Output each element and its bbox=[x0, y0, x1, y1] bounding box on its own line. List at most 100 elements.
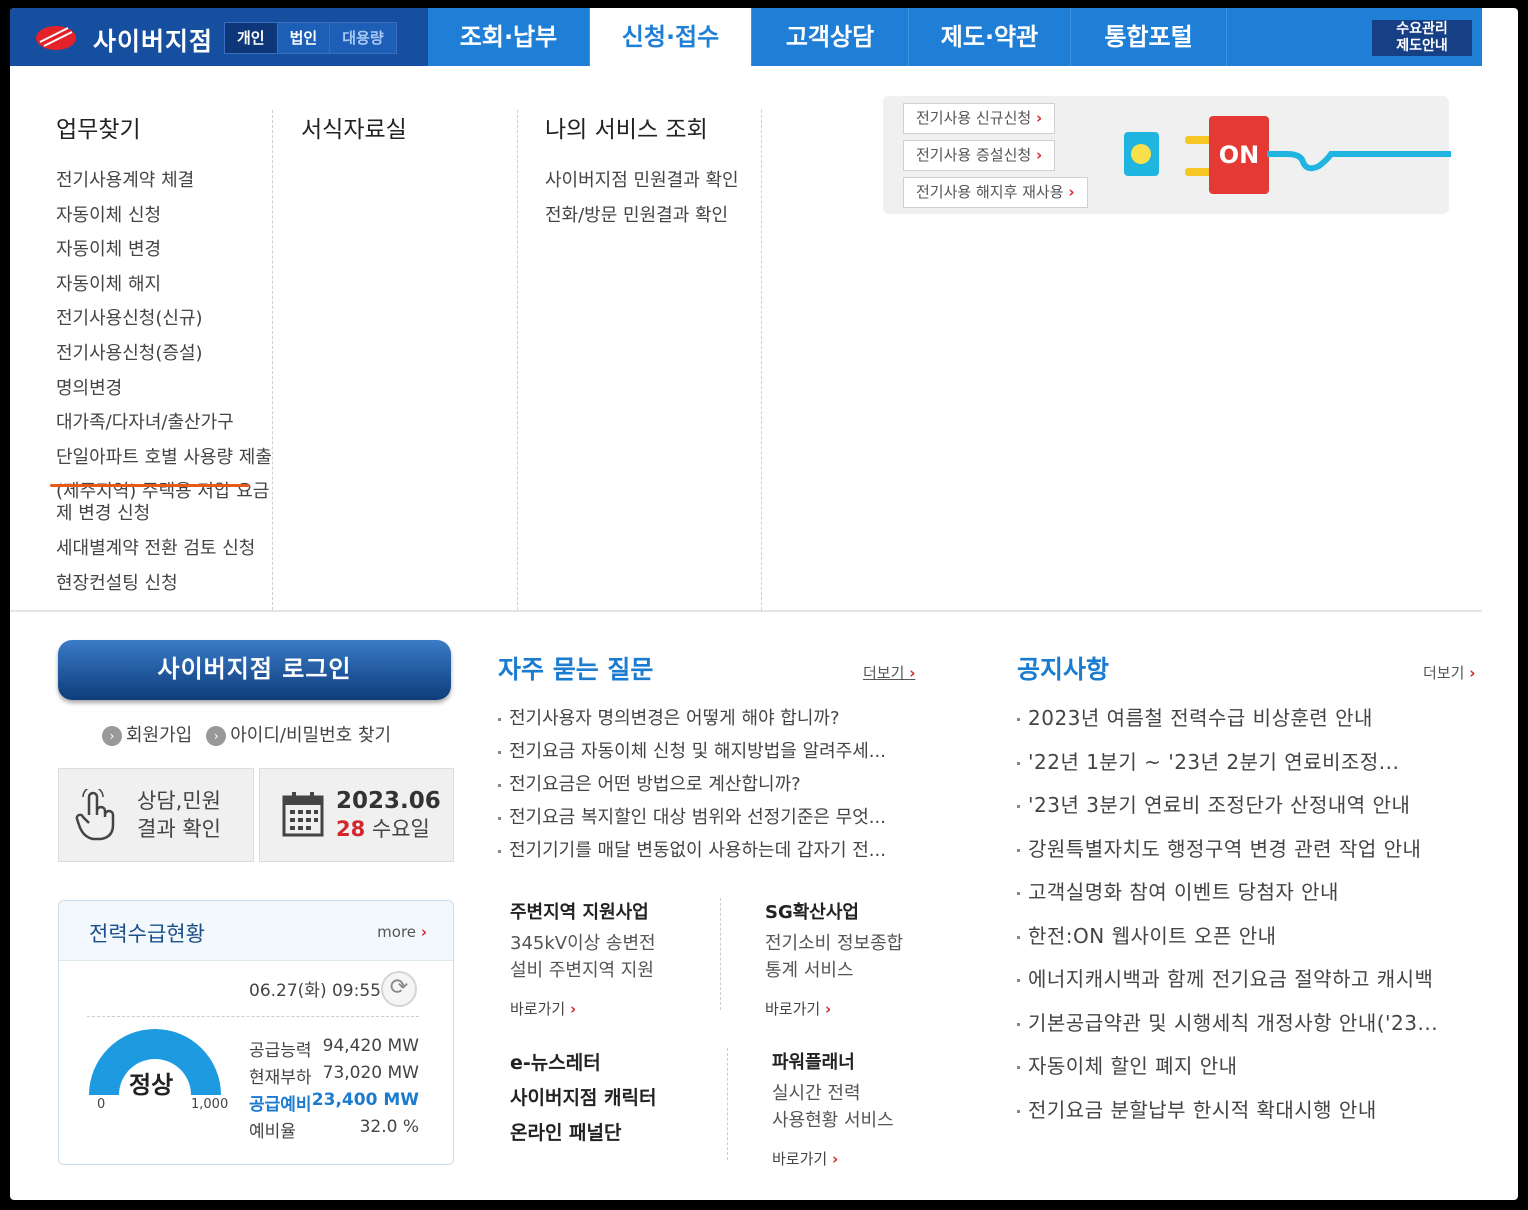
tab-policy[interactable]: 제도·약관 bbox=[909, 8, 1071, 66]
faq-item-label: 전기사용자 명의변경은 어떻게 해야 합니까? bbox=[509, 708, 840, 729]
power-title: 전력수급현황 bbox=[89, 922, 205, 946]
refresh-icon[interactable]: ⟳ bbox=[381, 971, 417, 1007]
row-label: 공급예비 bbox=[249, 1095, 312, 1115]
faq-item[interactable]: 전기기기를 매달 변동없이 사용하는데 갑자기 전... bbox=[498, 836, 886, 869]
faq-item[interactable]: 전기요금 복지할인 대상 범위와 선정기준은 무엇... bbox=[498, 803, 886, 836]
service-title[interactable]: 주변지역 지원사업 bbox=[510, 898, 656, 924]
notice-item-label: 2023년 여름철 전력수급 비상훈련 안내 bbox=[1028, 706, 1373, 730]
brand-bar: 사이버지점 개인 법인 대용량 bbox=[10, 8, 428, 66]
bullet bbox=[1017, 805, 1020, 808]
demand-management-button[interactable]: 수요관리 제도안내 bbox=[1372, 20, 1472, 56]
seg-personal[interactable]: 개인 bbox=[225, 23, 278, 53]
kepco-logo-icon[interactable] bbox=[34, 24, 78, 52]
menu-item[interactable]: 자동이체 변경 bbox=[56, 239, 276, 261]
notice-item[interactable]: 강원특별자치도 행정구역 변경 관련 작업 안내 bbox=[1017, 833, 1438, 877]
bullet bbox=[1017, 979, 1020, 982]
newsletter-link[interactable]: e-뉴스레터 bbox=[510, 1048, 601, 1075]
notice-item[interactable]: 기본공급약관 및 시행세칙 개정사항 안내('23... bbox=[1017, 1007, 1438, 1051]
top-nav: 사이버지점 개인 법인 대용량 조회·납부 신청·접수 고객상담 제도·약관 통… bbox=[10, 8, 1482, 66]
notice-item[interactable]: 자동이체 할인 폐지 안내 bbox=[1017, 1050, 1438, 1094]
shortcut-link[interactable]: 바로가기 › bbox=[765, 998, 903, 1019]
menu-item[interactable]: 전기사용신청(신규) bbox=[56, 308, 276, 330]
menu-item[interactable]: 전화/방문 민원결과 확인 bbox=[545, 205, 739, 227]
character-link[interactable]: 사이버지점 캐릭터 bbox=[510, 1083, 656, 1110]
shortcut-label: 바로가기 bbox=[772, 1150, 828, 1168]
calendar-box: 2023.06 28 수요일 bbox=[259, 768, 454, 862]
service-title[interactable]: SG확산사업 bbox=[765, 898, 903, 924]
chevron-right-icon: › bbox=[1035, 146, 1043, 164]
calendar-year-month: 2023.06 bbox=[336, 788, 441, 814]
bullet bbox=[1017, 935, 1020, 939]
calendar-day: 28 수요일 bbox=[336, 815, 441, 843]
supply-capacity-row: 공급능력 94,420 MW bbox=[249, 1036, 419, 1061]
reuse-application-button[interactable]: 전기사용 해지후 재사용 › bbox=[903, 177, 1088, 208]
tab-consultation[interactable]: 고객상담 bbox=[752, 8, 909, 66]
faq-more-link[interactable]: 더보기 › bbox=[863, 662, 915, 683]
bullet bbox=[1017, 1022, 1020, 1026]
join-link[interactable]: › 회원가입 bbox=[102, 721, 192, 747]
mega-menu: 업무찾기 전기사용계약 체결 자동이체 신청 자동이체 변경 자동이체 해지 전… bbox=[10, 66, 1482, 612]
new-application-button[interactable]: 전기사용 신규신청 › bbox=[903, 103, 1056, 134]
chevron-right-icon: › bbox=[569, 1000, 577, 1018]
faq-item[interactable]: 전기요금 자동이체 신청 및 해지방법을 알려주세... bbox=[498, 737, 886, 770]
calendar-icon bbox=[282, 792, 324, 837]
menu-item-jeju[interactable]: (제주지역) 주택용 저압 요금 제 변경 신청 bbox=[56, 481, 276, 525]
notice-more-link[interactable]: 더보기 › bbox=[1423, 662, 1475, 683]
bullet bbox=[498, 783, 501, 787]
menu-item[interactable]: 단일아파트 호별 사용량 제출 bbox=[56, 447, 276, 469]
row-value: 73,020 MW bbox=[322, 1063, 419, 1083]
menu-item[interactable]: 자동이체 신청 bbox=[56, 205, 276, 227]
brand-title[interactable]: 사이버지점 bbox=[93, 22, 213, 58]
shortcut-link[interactable]: 바로가기 › bbox=[772, 1148, 894, 1169]
row-value: 32.0 % bbox=[359, 1117, 419, 1137]
notice-item-label: 에너지캐시백과 함께 전기요금 절약하고 캐시백 bbox=[1028, 967, 1434, 991]
notice-item[interactable]: '22년 1분기 ~ '23년 2분기 연료비조정... bbox=[1017, 746, 1438, 790]
power-more-link[interactable]: more › bbox=[377, 923, 427, 941]
notice-item[interactable]: 전기요금 분할납부 한시적 확대시행 안내 bbox=[1017, 1094, 1438, 1138]
row-label: 현재부하 bbox=[249, 1068, 312, 1088]
faq-item[interactable]: 전기사용자 명의변경은 어떻게 해야 합니까? bbox=[498, 704, 886, 737]
notice-item-label: 전기요금 분할납부 한시적 확대시행 안내 bbox=[1028, 1097, 1377, 1122]
notice-item[interactable]: 에너지캐시백과 함께 전기요금 절약하고 캐시백 bbox=[1017, 963, 1438, 1007]
find-account-link[interactable]: › 아이디/비밀번호 찾기 bbox=[206, 721, 391, 747]
notice-item[interactable]: 2023년 여름철 전력수급 비상훈련 안내 bbox=[1017, 702, 1438, 746]
menu-item[interactable]: 세대별계약 전환 검토 신청 bbox=[56, 538, 276, 560]
service-desc-line1: 실시간 전력 bbox=[772, 1083, 861, 1104]
faq-item-label: 전기기기를 매달 변동없이 사용하는데 갑자기 전... bbox=[509, 840, 886, 861]
notice-item[interactable]: 고객실명화 참여 이벤트 당첨자 안내 bbox=[1017, 876, 1438, 920]
divider bbox=[517, 110, 518, 610]
menu-item[interactable]: 현장컨설팅 신청 bbox=[56, 573, 276, 595]
notice-item[interactable]: 한전:ON 웹사이트 오픈 안내 bbox=[1017, 920, 1438, 964]
hand-pointer-icon bbox=[75, 789, 115, 841]
menu-item[interactable]: 전기사용계약 체결 bbox=[56, 170, 276, 192]
menu-item[interactable]: 자동이체 해지 bbox=[56, 274, 276, 296]
tab-inquiry-payment[interactable]: 조회·납부 bbox=[428, 8, 590, 66]
seg-corporate[interactable]: 법인 bbox=[277, 23, 331, 53]
menu-item[interactable]: 사이버지점 민원결과 확인 bbox=[545, 170, 739, 192]
row-value: 23,400 MW bbox=[311, 1090, 419, 1110]
plug-icon: ON bbox=[1209, 116, 1269, 194]
row-label: 예비율 bbox=[249, 1122, 296, 1142]
power-header: 전력수급현황 more › bbox=[59, 901, 453, 961]
menu-col-forms: 서식자료실 bbox=[301, 110, 407, 170]
join-label: 회원가입 bbox=[126, 725, 193, 746]
tab-application[interactable]: 신청·접수 bbox=[590, 8, 752, 66]
menu-item-large-family[interactable]: 대가족/다자녀/출산가구 bbox=[56, 412, 276, 434]
service-title[interactable]: 파워플래너 bbox=[772, 1048, 894, 1074]
online-panel-link[interactable]: 온라인 패널단 bbox=[510, 1118, 622, 1145]
power-more-label: more bbox=[377, 923, 417, 941]
menu-item[interactable]: 명의변경 bbox=[56, 378, 276, 400]
faq-item[interactable]: 전기요금은 어떤 방법으로 계산합니까? bbox=[498, 770, 886, 803]
increase-application-button[interactable]: 전기사용 증설신청 › bbox=[903, 140, 1056, 171]
notice-list: 2023년 여름철 전력수급 비상훈련 안내 '22년 1분기 ~ '23년 2… bbox=[1017, 702, 1438, 1137]
shortcut-link[interactable]: 바로가기 › bbox=[510, 998, 656, 1019]
power-timestamp: 06.27(화) 09:55 bbox=[249, 981, 381, 1001]
consult-result-box[interactable]: 상담,민원 결과 확인 bbox=[58, 768, 254, 862]
seg-large[interactable]: 대용량 bbox=[330, 23, 396, 53]
menu-item[interactable]: 전기사용신청(증설) bbox=[56, 343, 276, 365]
notice-item[interactable]: '23년 3분기 연료비 조정단가 산정내역 안내 bbox=[1017, 789, 1438, 833]
cyber-branch-login-button[interactable]: 사이버지점 로그인 bbox=[58, 640, 451, 700]
notice-item-label: 고객실명화 참여 이벤트 당첨자 안내 bbox=[1028, 880, 1339, 904]
tab-portal[interactable]: 통합포털 bbox=[1071, 8, 1227, 66]
col-title-forms[interactable]: 서식자료실 bbox=[301, 110, 407, 144]
